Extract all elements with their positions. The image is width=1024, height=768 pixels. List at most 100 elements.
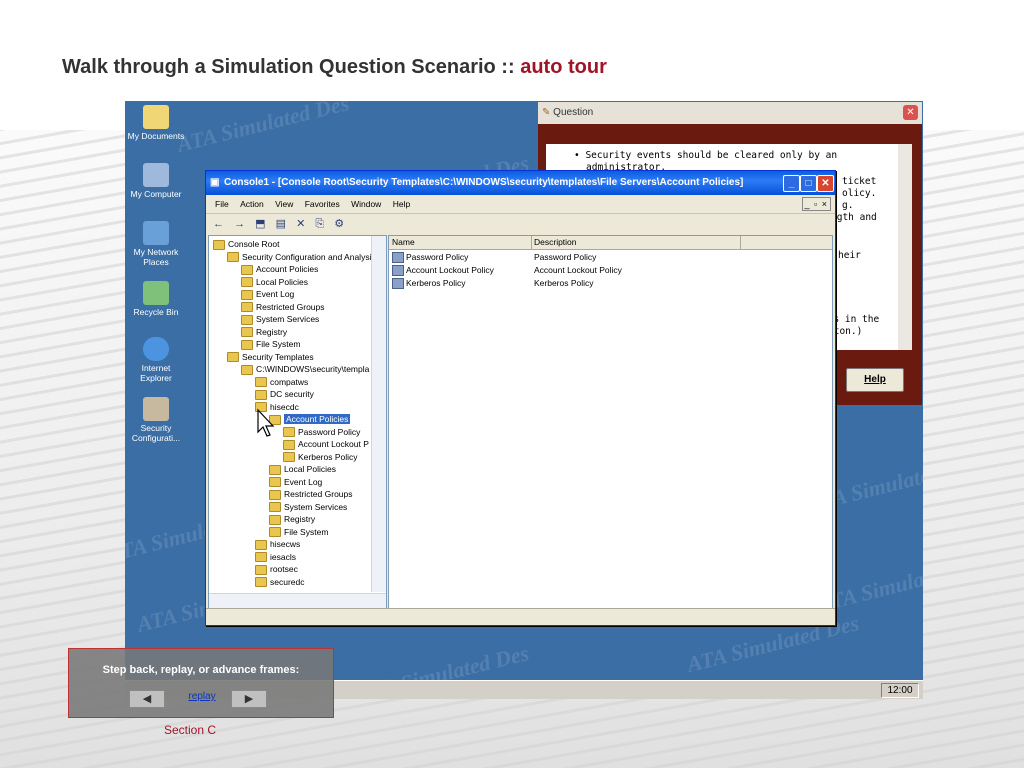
advance-button[interactable]: ▶: [231, 690, 267, 708]
policy-icon: [392, 278, 404, 290]
menu-window[interactable]: Window: [351, 199, 381, 209]
tree-item[interactable]: System Services: [269, 501, 347, 513]
up-folder-icon[interactable]: ⬒: [255, 218, 265, 230]
desktop-icon-my-network[interactable]: My Network Places: [125, 221, 187, 267]
section-label: Section C: [164, 723, 217, 737]
close-button[interactable]: ✕: [817, 175, 834, 192]
menu-view[interactable]: View: [275, 199, 293, 209]
forward-icon[interactable]: →: [234, 218, 245, 230]
folder-icon: [283, 452, 295, 463]
tree-item[interactable]: securedc: [255, 576, 305, 588]
tree-item[interactable]: Kerberos Policy: [283, 451, 358, 463]
minimize-button[interactable]: _: [783, 175, 800, 192]
tree-item-label: Kerberos Policy: [298, 451, 358, 462]
folder-icon: [241, 302, 253, 313]
watermark: ATA Simulated Des: [174, 101, 352, 157]
tree-item[interactable]: Account Policies: [241, 263, 318, 275]
policy-icon: [392, 265, 404, 277]
tree-item-label: Account Lockout P: [298, 439, 369, 449]
delete-icon[interactable]: ✕: [296, 218, 305, 230]
console-window: ▣ Console1 - [Console Root\Security Temp…: [205, 170, 836, 626]
tree-item[interactable]: hisecws: [255, 538, 300, 550]
tree-item[interactable]: Local Policies: [269, 463, 336, 475]
tree-item-label: System Services: [256, 314, 320, 324]
policy-icon: [392, 252, 404, 264]
tree-item[interactable]: File System: [269, 526, 328, 538]
mdi-controls[interactable]: _ ▫ ×: [801, 197, 831, 211]
console-title: Console1 - [Console Root\Security Templa…: [224, 177, 744, 188]
menu-favorites[interactable]: Favorites: [305, 199, 340, 209]
tree-item-label: Local Policies: [284, 464, 336, 474]
console-title-bar[interactable]: ▣ Console1 - [Console Root\Security Temp…: [206, 171, 835, 195]
desktop-icon-security-config[interactable]: Security Configurati...: [125, 397, 187, 443]
desktop-icon-recycle-bin[interactable]: Recycle Bin: [125, 281, 187, 317]
export-icon[interactable]: ⎘: [315, 218, 324, 230]
tree-item[interactable]: Account Lockout P: [283, 438, 369, 450]
step-back-button[interactable]: ◀: [129, 690, 165, 708]
tree-item-label: DC security: [270, 389, 314, 399]
question-title-bar: ✎ Question ✕: [538, 102, 922, 124]
menu-file[interactable]: File: [215, 199, 229, 209]
computer-icon: [143, 163, 169, 187]
slide-title: Walk through a Simulation Question Scena…: [62, 56, 607, 79]
folder-icon: [227, 252, 239, 263]
tree-item[interactable]: Password Policy: [283, 426, 360, 438]
desktop-icon-my-computer[interactable]: My Computer: [125, 163, 187, 199]
tree-item[interactable]: Security Templates: [227, 351, 314, 363]
menu-action[interactable]: Action: [240, 199, 264, 209]
maximize-button[interactable]: □: [800, 175, 817, 192]
tree-item[interactable]: Event Log: [269, 476, 322, 488]
tree-item-label: Security Templates: [242, 351, 314, 362]
folder-icon: [241, 327, 253, 338]
tree-item[interactable]: Console Root: [213, 238, 280, 250]
tree-item[interactable]: C:\WINDOWS\security\templa: [241, 363, 369, 375]
tree-item[interactable]: Account Policies: [269, 413, 351, 425]
tree-item[interactable]: Registry: [269, 513, 315, 525]
toolbar: ← → ⬒ ▤ ✕ ⎘ ⚙: [206, 213, 835, 234]
folder-icon: [227, 352, 239, 363]
back-icon[interactable]: ←: [213, 218, 224, 230]
folder-icon: [241, 277, 253, 288]
documents-icon: [143, 105, 169, 129]
menu-help[interactable]: Help: [393, 199, 410, 209]
tree-item-label: Restricted Groups: [256, 301, 325, 312]
tree-item[interactable]: System Services: [241, 313, 319, 325]
tree-item[interactable]: DC security: [255, 388, 314, 400]
ie-icon: [143, 337, 169, 361]
tree-item[interactable]: Local Policies: [241, 276, 308, 288]
tree-item[interactable]: Restricted Groups: [241, 301, 325, 313]
tree-horizontal-scrollbar[interactable]: [209, 593, 386, 608]
tree-vertical-scrollbar[interactable]: [371, 236, 386, 592]
tree-item-label: Registry: [256, 326, 288, 337]
tree-item-label: C:\WINDOWS\security\templa: [256, 364, 370, 374]
slide-title-main: Walk through a Simulation Question Scena…: [62, 56, 515, 78]
replay-link[interactable]: replay: [177, 691, 227, 702]
tree-item[interactable]: Registry: [241, 326, 287, 338]
folder-icon: [241, 314, 253, 325]
tree-item-label: hisecws: [270, 539, 301, 549]
desktop-icon-my-documents[interactable]: My Documents: [125, 105, 187, 141]
tree-item[interactable]: compatws: [255, 376, 308, 388]
question-icon: ✎: [542, 107, 551, 118]
properties-icon[interactable]: ⚙: [334, 218, 344, 230]
tree-item[interactable]: Restricted Groups: [269, 488, 353, 500]
tree-item-label: File System: [256, 339, 301, 349]
tree-item[interactable]: Event Log: [241, 288, 294, 300]
folder-icon: [241, 364, 253, 375]
folder-icon: [283, 427, 295, 438]
desktop-icon-internet-explorer[interactable]: Internet Explorer: [125, 337, 187, 383]
tree-item-label: Account Policies: [284, 414, 351, 424]
tree-item-label: Local Policies: [256, 276, 308, 287]
close-icon[interactable]: ✕: [903, 105, 918, 120]
column-name[interactable]: Name: [389, 236, 532, 249]
help-button[interactable]: Help: [846, 368, 904, 392]
tree-item-label: Restricted Groups: [284, 489, 353, 499]
question-scrollbar[interactable]: [898, 144, 912, 350]
tree-item[interactable]: File System: [241, 338, 300, 350]
tree-item[interactable]: iesacls: [255, 551, 296, 563]
show-tree-icon[interactable]: ▤: [276, 218, 286, 230]
tree-item[interactable]: Security Configuration and Analysi: [227, 251, 371, 263]
column-description[interactable]: Description: [531, 236, 741, 249]
tree-item[interactable]: rootsec: [255, 563, 298, 575]
frame-navigation-panel: Step back, replay, or advance frames: ◀ …: [68, 648, 334, 718]
